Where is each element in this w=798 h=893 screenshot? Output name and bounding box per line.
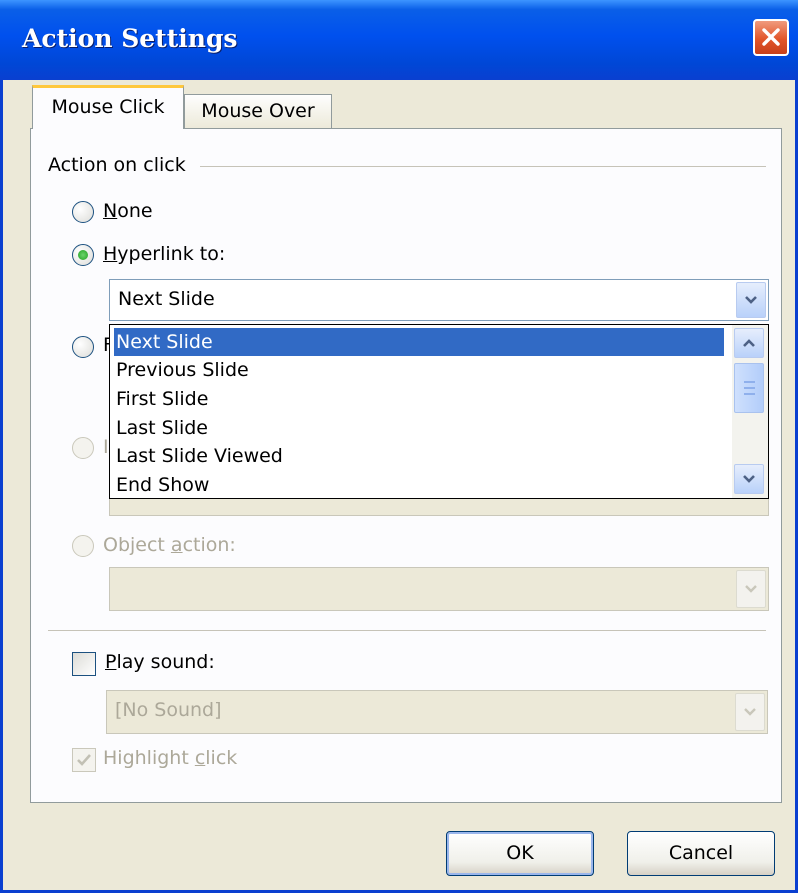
none-radio[interactable] — [72, 201, 94, 223]
object-action-radio — [72, 535, 94, 557]
ok-button[interactable]: OK — [446, 831, 594, 876]
chevron-down-icon — [743, 475, 755, 483]
tab-mouse-over[interactable]: Mouse Over — [184, 94, 332, 129]
hyperlink-combo[interactable]: Next Slide — [109, 279, 769, 321]
cancel-button[interactable]: Cancel — [627, 831, 775, 876]
play-sound-checkbox[interactable] — [72, 652, 96, 676]
list-item-last-slide[interactable]: Last Slide — [114, 414, 208, 442]
action-on-click-label: Action on click — [48, 154, 192, 176]
close-icon — [762, 28, 780, 46]
list-scrollbar[interactable] — [732, 325, 768, 498]
object-action-combo — [109, 567, 769, 611]
sound-dropdown-button — [735, 693, 765, 731]
hyperlink-radio[interactable] — [72, 244, 94, 266]
run-macro-label: I — [103, 436, 109, 458]
scroll-down-button[interactable] — [734, 464, 764, 494]
list-item-end-show[interactable]: End Show — [114, 471, 209, 499]
hyperlink-combo-value: Next Slide — [118, 288, 215, 310]
chevron-down-icon — [745, 296, 757, 304]
scroll-up-button[interactable] — [734, 328, 764, 358]
chevron-up-icon — [743, 339, 755, 347]
object-action-label: Object action: — [103, 534, 236, 556]
highlight-click-checkbox — [72, 748, 96, 772]
section-divider — [48, 630, 766, 631]
tab-mouse-click[interactable]: Mouse Click — [32, 85, 184, 129]
play-sound-label: Play sound: — [105, 651, 215, 673]
chevron-down-icon — [745, 585, 757, 593]
scroll-thumb[interactable] — [734, 363, 764, 413]
chevron-down-icon — [744, 708, 756, 716]
list-item-previous-slide[interactable]: Previous Slide — [114, 356, 249, 384]
group-divider — [200, 166, 766, 167]
check-icon — [77, 754, 91, 766]
none-label: None — [103, 200, 153, 222]
object-action-dropdown-button — [736, 570, 766, 608]
close-button[interactable] — [753, 19, 789, 56]
hyperlink-dropdown-list[interactable]: Next Slide Previous Slide First Slide La… — [109, 324, 769, 499]
run-macro-radio — [72, 437, 94, 459]
hyperlink-label: Hyperlink to: — [103, 243, 226, 265]
highlight-click-label: Highlight click — [103, 747, 238, 769]
list-item-last-slide-viewed[interactable]: Last Slide Viewed — [114, 442, 283, 470]
sound-combo-value: [No Sound] — [115, 699, 222, 721]
hyperlink-dropdown-button[interactable] — [736, 282, 766, 318]
list-item-first-slide[interactable]: First Slide — [114, 385, 208, 413]
title-bar[interactable]: Action Settings — [0, 0, 798, 80]
window-title: Action Settings — [22, 24, 238, 53]
run-program-radio[interactable] — [72, 336, 94, 358]
sound-combo: [No Sound] — [106, 690, 768, 734]
list-item-next-slide[interactable]: Next Slide — [114, 328, 724, 356]
